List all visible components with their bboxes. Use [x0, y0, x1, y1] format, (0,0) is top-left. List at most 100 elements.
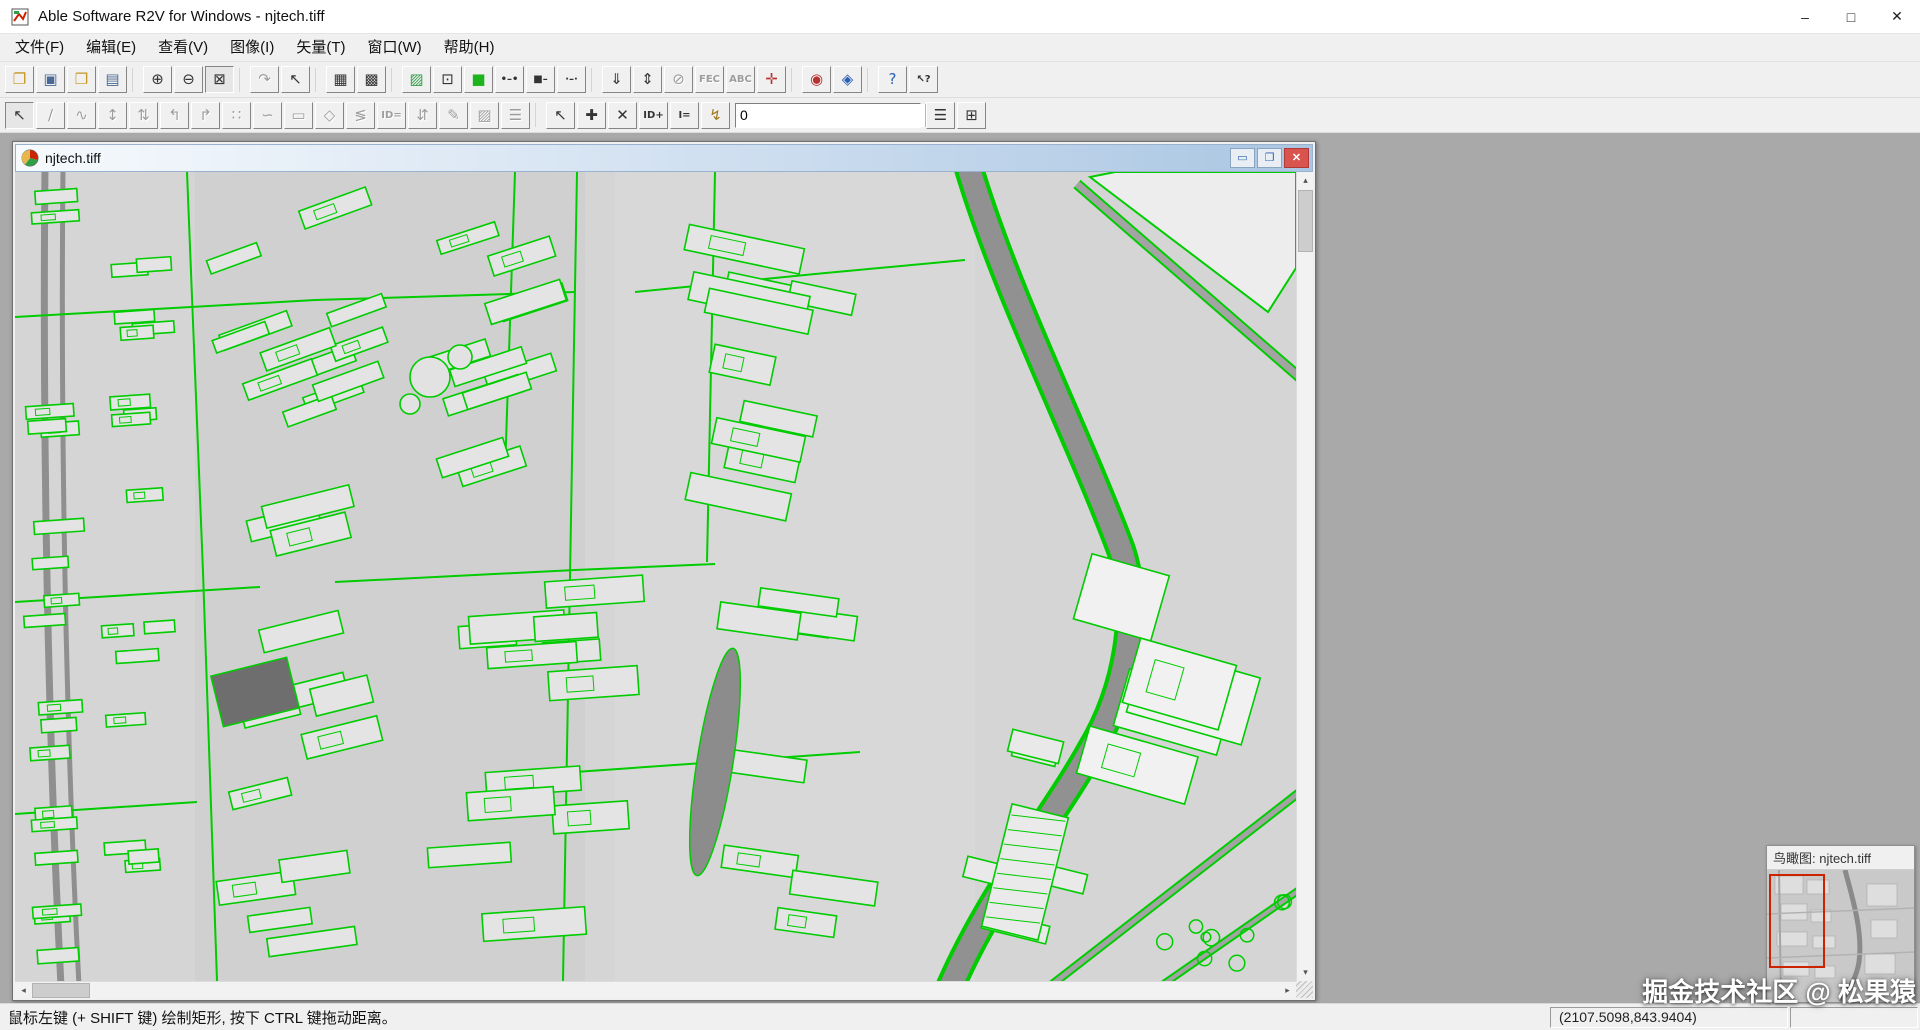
image-frame-icon[interactable]: ⊡ — [433, 66, 462, 93]
toolbar-separator — [391, 67, 398, 92]
document-maximize-button[interactable]: ❐ — [1257, 148, 1282, 168]
minimize-button[interactable]: – — [1782, 0, 1828, 34]
status-pane-empty — [1790, 1006, 1918, 1028]
menu-help[interactable]: 帮助(H) — [433, 34, 506, 61]
toolbar-separator — [791, 67, 798, 92]
document-title-bar[interactable]: njtech.tiff ▭ ❐ ✕ — [15, 144, 1313, 172]
image-window-icon[interactable]: ▦ — [326, 66, 355, 93]
layer-combo[interactable]: ▼ — [735, 102, 936, 128]
app-icon — [11, 8, 29, 25]
menu-window[interactable]: 窗口(W) — [356, 34, 432, 61]
zoom-in-icon[interactable]: ⊕ — [143, 66, 172, 93]
overview-map[interactable] — [1767, 870, 1914, 1002]
title-bar: Able Software R2V for Windows - njtech.t… — [0, 0, 1920, 34]
document-title: njtech.tiff — [45, 150, 101, 166]
save-file-icon[interactable]: ▣ — [36, 66, 65, 93]
draw-rectangle-icon: ▭ — [284, 101, 313, 129]
control-point-red-icon[interactable]: ◉ — [802, 66, 831, 93]
scroll-left-icon[interactable]: ◂ — [15, 982, 32, 998]
layer-combo-input[interactable] — [736, 103, 925, 127]
menu-view[interactable]: 查看(V) — [147, 34, 219, 61]
zoom-select-icon[interactable]: ⊠ — [205, 66, 234, 93]
document-minimize-button[interactable]: ▭ — [1230, 148, 1255, 168]
corner-left-icon: ↰ — [160, 101, 189, 129]
toolbar-separator — [591, 67, 598, 92]
coordinate-readout: (2107.5098,843.9404) — [1550, 1006, 1788, 1028]
toolbar-separator — [535, 103, 542, 127]
move-crosshair-icon[interactable]: ✛ — [757, 66, 786, 93]
document-close-button[interactable]: ✕ — [1284, 148, 1309, 168]
id-down-icon[interactable]: ⇓ — [602, 66, 631, 93]
menubar: 文件(F) 编辑(E) 查看(V) 图像(I) 矢量(T) 窗口(W) 帮助(H) — [0, 34, 1920, 62]
menu-vector[interactable]: 矢量(T) — [285, 34, 356, 61]
help-icon[interactable]: ? — [878, 66, 907, 93]
id-updown-icon[interactable]: ⇕ — [633, 66, 662, 93]
document-window: njtech.tiff ▭ ❐ ✕ ▴ ▾ ◂ ▸ — [12, 141, 1316, 1001]
line-segment-icon[interactable]: ■– — [526, 66, 555, 93]
line-endpoints-icon[interactable]: •–• — [495, 66, 524, 93]
document-icon — [21, 149, 39, 167]
scroll-down-icon[interactable]: ▾ — [1297, 964, 1313, 981]
node-pick-icon[interactable]: ↖ — [546, 101, 575, 129]
move-node-icon: ↕ — [98, 101, 127, 129]
undo-icon: ↷ — [250, 66, 279, 93]
delete-node-icon[interactable]: ✕ — [608, 101, 637, 129]
edit-pen-icon: ✎ — [439, 101, 468, 129]
line-points-icon[interactable]: ·–· — [557, 66, 586, 93]
snap-tool-icon[interactable]: ↯ — [701, 101, 730, 129]
open-project-icon[interactable]: ❒ — [67, 66, 96, 93]
menu-file[interactable]: 文件(F) — [4, 34, 75, 61]
resize-grip[interactable] — [1296, 981, 1313, 998]
menu-image[interactable]: 图像(I) — [219, 34, 285, 61]
line-id-icon: ID= — [377, 101, 406, 129]
scroll-track[interactable] — [90, 982, 1279, 998]
draw-polygon-icon: ◇ — [315, 101, 344, 129]
raster-vector-image[interactable] — [15, 172, 1296, 981]
add-node-icon[interactable]: ✚ — [577, 101, 606, 129]
zoom-out-icon[interactable]: ⊖ — [174, 66, 203, 93]
toolbar-main: ❐ ▣ ❒ ▤ ⊕ ⊖ ⊠ ↷ ↖ ▦ ▩ ▨ ⊡ ■ •–• ■– ·–· ⇓ ⇕ ⊘ FEC ABC ✛ ◉ ◈? ↖? — [0, 62, 1920, 98]
corner-right-icon: ↱ — [191, 101, 220, 129]
menu-edit[interactable]: 编辑(E) — [75, 34, 147, 61]
application-window: Able Software R2V for Windows - njtech.t… — [0, 0, 1920, 1030]
node-grid-icon[interactable]: ⊞ — [957, 101, 986, 129]
overview-title: 鸟瞰图: njtech.tiff — [1773, 851, 1872, 866]
join-lines-icon: ∷ — [222, 101, 251, 129]
id-range-icon: ⇵ — [408, 101, 437, 129]
toolbar-vector: ↖∕∿↕⇅↰↱∷∽▭◇≶ID=⇵✎▨☰↖✚✕ID+I=↯ ▼ ☰⊞ — [0, 98, 1920, 133]
horizontal-scroll-thumb[interactable] — [32, 983, 90, 998]
show-id-icon[interactable]: I= — [670, 101, 699, 129]
fill-hatch-icon: ▨ — [470, 101, 499, 129]
smooth-line-icon: ∽ — [253, 101, 282, 129]
window-title: Able Software R2V for Windows - njtech.t… — [38, 8, 325, 25]
document-body: ▴ ▾ ◂ ▸ — [15, 172, 1313, 998]
vertical-scrollbar[interactable]: ▴ ▾ — [1296, 172, 1313, 981]
vector-select-icon[interactable]: ↖ — [5, 101, 34, 129]
color-classify-icon[interactable]: ▨ — [402, 66, 431, 93]
close-button[interactable]: ✕ — [1874, 0, 1920, 34]
vertical-scroll-thumb[interactable] — [1298, 190, 1313, 252]
assign-id-icon[interactable]: ID+ — [639, 101, 668, 129]
scroll-right-icon[interactable]: ▸ — [1279, 982, 1296, 998]
horizontal-scrollbar[interactable]: ◂ ▸ — [15, 981, 1296, 998]
overview-title-bar[interactable]: 鸟瞰图: njtech.tiff — [1767, 846, 1914, 870]
map-canvas[interactable] — [15, 172, 1296, 981]
maximize-button[interactable]: □ — [1828, 0, 1874, 34]
line-list-icon[interactable]: ☰ — [926, 101, 955, 129]
select-pointer-icon[interactable]: ↖ — [281, 66, 310, 93]
toolbar-separator — [867, 67, 874, 92]
status-bar: 鼠标左键 (+ SHIFT 键) 绘制矩形, 按下 CTRL 键拖动距离。 (2… — [0, 1003, 1920, 1030]
ocr-abc-icon: ABC — [726, 66, 755, 93]
toolbar-vector-right: ☰ ⊞ — [925, 101, 987, 129]
contour-list-icon: ☰ — [501, 101, 530, 129]
save-project-icon[interactable]: ▤ — [98, 66, 127, 93]
open-file-icon[interactable]: ❐ — [5, 66, 34, 93]
image-detail-icon[interactable]: ▩ — [357, 66, 386, 93]
toolbar-separator — [132, 67, 139, 92]
toolbar-separator — [239, 67, 246, 92]
vector-overlay-icon[interactable]: ■ — [464, 66, 493, 93]
scroll-up-icon[interactable]: ▴ — [1297, 172, 1313, 189]
context-help-icon[interactable]: ↖? — [909, 66, 938, 93]
overview-window: 鸟瞰图: njtech.tiff — [1766, 845, 1915, 1003]
control-point-blue-icon[interactable]: ◈ — [833, 66, 862, 93]
